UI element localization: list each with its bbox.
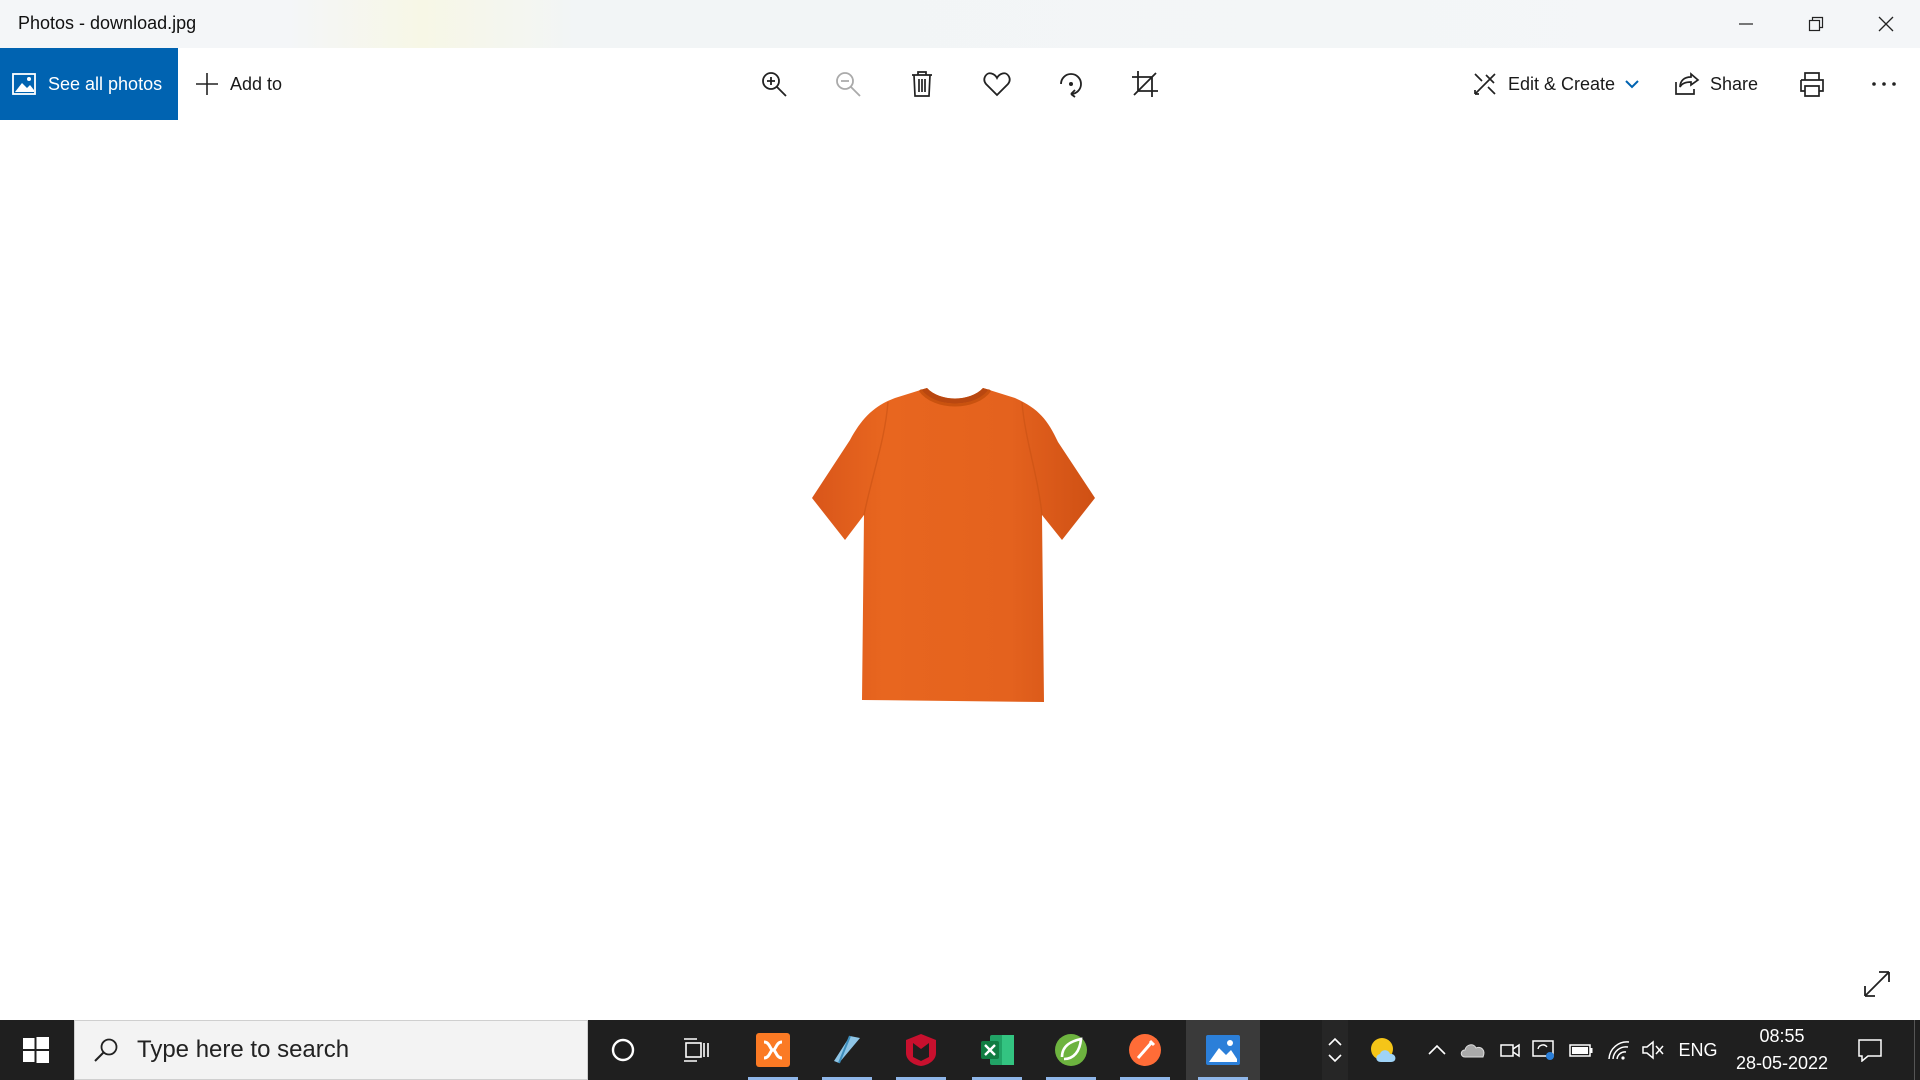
- restore-icon: [1808, 16, 1824, 32]
- postman-icon: [1129, 1034, 1161, 1066]
- language-label: ENG: [1678, 1039, 1718, 1060]
- notification-icon: [1858, 1039, 1882, 1062]
- edit-create-button[interactable]: Edit & Create: [1472, 48, 1639, 120]
- start-button[interactable]: [0, 1020, 72, 1080]
- show-desktop-button[interactable]: [1914, 1020, 1920, 1080]
- zoom-out-icon: [836, 72, 861, 97]
- volume-tray[interactable]: [1638, 1020, 1668, 1080]
- fullscreen-button[interactable]: [1862, 969, 1892, 1004]
- clock-time: 08:55: [1759, 1026, 1805, 1046]
- task-view-icon: [684, 1038, 709, 1062]
- language-indicator[interactable]: ENG: [1676, 1020, 1720, 1080]
- zoom-out-button[interactable]: [823, 48, 873, 120]
- crop-button[interactable]: [1120, 48, 1170, 120]
- weather-button[interactable]: [1366, 1020, 1404, 1080]
- cortana-icon: [611, 1038, 635, 1062]
- camera-icon: [1500, 1043, 1520, 1058]
- action-center-button[interactable]: [1844, 1020, 1896, 1080]
- excel-icon: [981, 1035, 1014, 1065]
- taskbar-app-mcafee[interactable]: [884, 1020, 958, 1080]
- search-icon: [94, 1038, 118, 1062]
- taskbar: Type here to search ENG 08:55 28-05-2022: [0, 1020, 1920, 1080]
- expand-icon: [1864, 971, 1890, 997]
- onedrive-tray[interactable]: [1458, 1020, 1488, 1080]
- taskbar-app-notepad[interactable]: [810, 1020, 884, 1080]
- edit-create-label: Edit & Create: [1508, 73, 1616, 94]
- add-to-button[interactable]: Add to: [194, 48, 282, 120]
- cortana-button[interactable]: [586, 1020, 660, 1080]
- chevron-down-icon: [1328, 1054, 1342, 1063]
- cloud-icon: [1460, 1044, 1485, 1058]
- chevron-down-icon: [1625, 80, 1639, 89]
- meet-now-tray[interactable]: [1496, 1020, 1524, 1080]
- notepad-icon: [834, 1035, 860, 1064]
- minimize-icon: [1739, 23, 1753, 25]
- mute-icon: [1642, 1040, 1664, 1060]
- mcafee-icon: [906, 1034, 936, 1066]
- overflow-scroll[interactable]: [1322, 1020, 1348, 1080]
- crop-icon: [1132, 71, 1158, 97]
- zoom-in-icon: [762, 72, 787, 97]
- clock[interactable]: 08:55 28-05-2022: [1722, 1020, 1842, 1080]
- close-icon: [1878, 16, 1894, 32]
- share-label: Share: [1710, 73, 1759, 94]
- taskbar-app-photos[interactable]: [1186, 1020, 1260, 1080]
- toolbar: See all photos Add to Edit & Create Shar…: [0, 48, 1920, 120]
- see-all-photos-label: See all photos: [48, 73, 163, 94]
- show-hidden-icons-button[interactable]: [1424, 1020, 1450, 1080]
- rotate-icon: [1060, 73, 1082, 98]
- taskbar-app-excel[interactable]: [960, 1020, 1034, 1080]
- edit-create-icon: [1474, 73, 1496, 95]
- print-button[interactable]: [1787, 48, 1837, 120]
- more-icon: [1872, 82, 1896, 86]
- title-bar: Photos - download.jpg: [0, 0, 1920, 48]
- zoom-in-button[interactable]: [749, 48, 799, 120]
- task-view-button[interactable]: [660, 1020, 734, 1080]
- chevron-up-icon: [1328, 1037, 1342, 1046]
- plus-icon: [196, 73, 218, 95]
- battery-icon: [1569, 1044, 1593, 1057]
- delete-button[interactable]: [897, 48, 947, 120]
- photos-icon: [12, 73, 36, 95]
- heart-icon: [983, 72, 1011, 97]
- rotate-button[interactable]: [1046, 48, 1096, 120]
- taskbar-app-postman[interactable]: [1108, 1020, 1182, 1080]
- taskbar-app-spring[interactable]: [1034, 1020, 1108, 1080]
- more-options-button[interactable]: [1859, 48, 1909, 120]
- taskbar-app-xampp[interactable]: [736, 1020, 810, 1080]
- taskbar-search-box[interactable]: Type here to search: [74, 1020, 588, 1080]
- favorite-button[interactable]: [972, 48, 1022, 120]
- minimize-button[interactable]: [1712, 0, 1780, 48]
- photos-app-icon: [1206, 1035, 1240, 1065]
- close-button[interactable]: [1852, 0, 1920, 48]
- print-icon: [1800, 72, 1824, 97]
- share-button[interactable]: Share: [1674, 48, 1758, 120]
- sync-icon: [1532, 1040, 1554, 1060]
- window-title: Photos - download.jpg: [18, 13, 197, 33]
- wifi-icon: [1608, 1041, 1630, 1060]
- see-all-photos-button[interactable]: See all photos: [0, 48, 178, 120]
- xampp-icon: [756, 1033, 790, 1067]
- chevron-up-icon: [1428, 1044, 1446, 1055]
- photo-canvas[interactable]: [0, 120, 1920, 1020]
- sync-tray[interactable]: [1530, 1020, 1558, 1080]
- tshirt-image: [812, 388, 1095, 702]
- wifi-tray[interactable]: [1604, 1020, 1634, 1080]
- search-placeholder: Type here to search: [137, 1036, 350, 1063]
- spring-icon: [1055, 1034, 1087, 1066]
- share-icon: [1675, 72, 1700, 95]
- restore-button[interactable]: [1782, 0, 1850, 48]
- windows-icon: [23, 1037, 49, 1063]
- clock-date: 28-05-2022: [1735, 1053, 1829, 1073]
- battery-tray[interactable]: [1566, 1020, 1596, 1080]
- weather-icon: [1371, 1038, 1396, 1062]
- add-to-label: Add to: [230, 73, 283, 94]
- delete-icon: [912, 71, 932, 97]
